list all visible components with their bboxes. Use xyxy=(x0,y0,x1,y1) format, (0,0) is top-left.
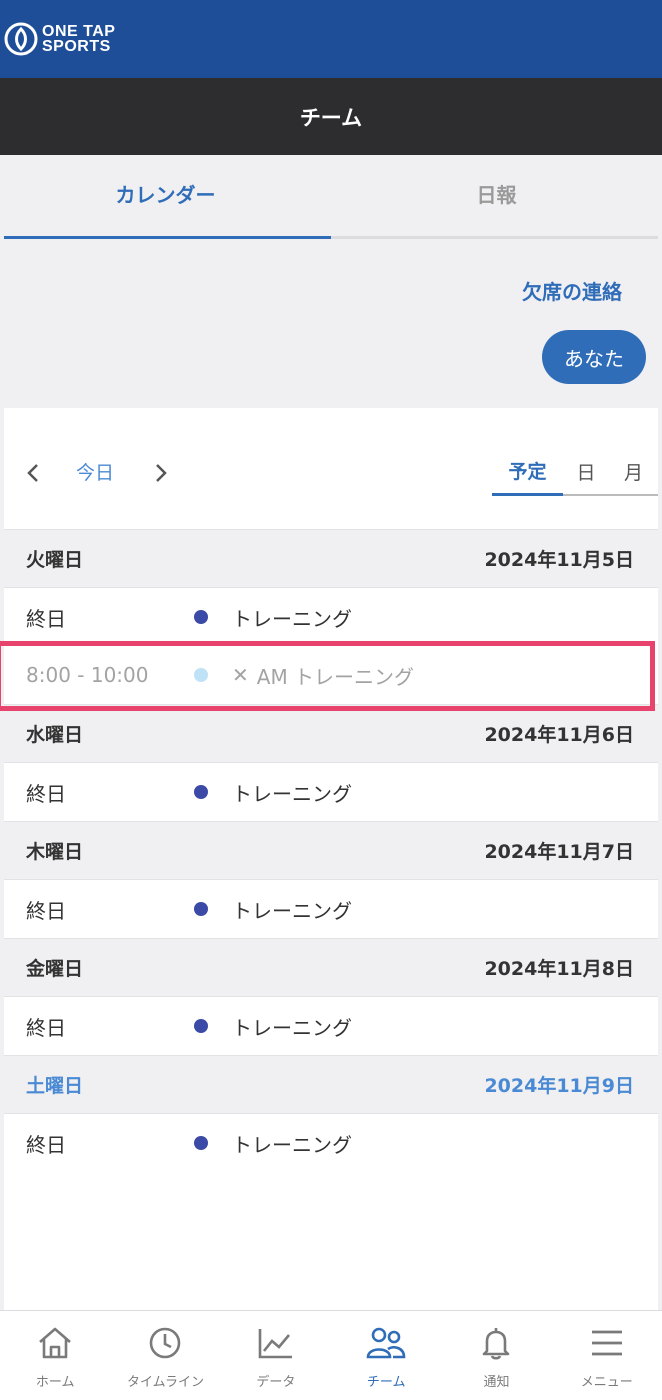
logo-line-1: ONE TAP xyxy=(42,23,116,40)
day-date: 2024年11月6日 xyxy=(484,724,634,746)
view-schedule-tab[interactable]: 予定 xyxy=(492,448,563,496)
app-header: ONE TAP SPORTS xyxy=(0,0,662,78)
nav-home[interactable]: ホーム xyxy=(0,1311,110,1400)
next-arrow-icon[interactable] xyxy=(150,458,172,488)
event-time: 終日 xyxy=(26,898,66,923)
bell-icon xyxy=(483,1328,510,1360)
nav-label: チーム xyxy=(366,1375,406,1390)
nav-menu[interactable]: メニュー xyxy=(552,1311,662,1400)
day-header: 水曜日 2024年11月6日 xyxy=(4,704,658,763)
day-weekday: 火曜日 xyxy=(26,549,84,571)
nav-label: ホーム xyxy=(35,1375,75,1390)
tab-bar: カレンダー 日報 xyxy=(0,155,662,239)
event-row[interactable]: 終日 トレーニング xyxy=(4,1114,658,1172)
nav-label: タイムライン xyxy=(126,1375,205,1390)
bottom-nav: ホーム タイムライン データ チーム 通知 メニュー xyxy=(0,1310,662,1400)
view-day-tab[interactable]: 日 xyxy=(563,448,609,496)
event-row[interactable]: 終日 トレーニング xyxy=(4,588,658,646)
day-weekday: 土曜日 xyxy=(26,1075,84,1097)
logo-line-2: SPORTS xyxy=(42,38,111,55)
event-row[interactable]: 終日 トレーニング xyxy=(4,997,658,1055)
event-list: 火曜日 2024年11月5日 終日 トレーニング 8:00 - 10:00 ✕ … xyxy=(4,529,658,1172)
event-dot-icon xyxy=(194,1019,208,1033)
event-dot-icon xyxy=(194,610,208,624)
event-title: トレーニング xyxy=(232,606,352,631)
day-date: 2024年11月7日 xyxy=(484,841,634,863)
event-title: トレーニング xyxy=(232,781,352,806)
nav-team[interactable]: チーム xyxy=(331,1311,441,1400)
event-dot-icon xyxy=(194,668,208,682)
cancelled-x-icon: ✕ xyxy=(232,663,249,687)
prev-arrow-icon[interactable] xyxy=(22,458,44,488)
page-title: チーム xyxy=(0,78,662,155)
event-row[interactable]: 終日 トレーニング xyxy=(4,880,658,938)
day-weekday: 金曜日 xyxy=(26,958,84,980)
chart-icon xyxy=(258,1329,292,1359)
calendar-panel: 今日 予定 日 月 火曜日 2024年11月5日 終日 トレーニング 8:00 … xyxy=(4,408,658,1310)
event-time: 終日 xyxy=(26,781,66,806)
day-header: 金曜日 2024年11月8日 xyxy=(4,938,658,997)
day-header: 土曜日 2024年11月9日 xyxy=(4,1055,658,1114)
event-dot-icon xyxy=(194,1136,208,1150)
app-logo[interactable]: ONE TAP SPORTS xyxy=(4,22,115,56)
day-date: 2024年11月9日 xyxy=(484,1075,634,1097)
event-time: 終日 xyxy=(26,1132,66,1157)
day-date: 2024年11月8日 xyxy=(484,958,634,980)
tab-calendar[interactable]: カレンダー xyxy=(0,155,331,239)
event-row-cancelled[interactable]: 8:00 - 10:00 ✕ AM トレーニング xyxy=(4,646,658,704)
day-header: 火曜日 2024年11月5日 xyxy=(4,529,658,588)
tab-daily-report[interactable]: 日報 xyxy=(331,155,662,239)
event-time: 終日 xyxy=(26,1015,66,1040)
event-title: トレーニング xyxy=(232,898,352,923)
logo-wordmark: ONE TAP SPORTS xyxy=(42,23,116,55)
absence-notice-link[interactable]: 欠席の連絡 xyxy=(522,276,622,305)
event-row[interactable]: 終日 トレーニング xyxy=(4,763,658,821)
view-switcher: 予定 日 月 xyxy=(492,448,658,496)
day-date: 2024年11月5日 xyxy=(484,549,634,571)
day-header: 木曜日 2024年11月7日 xyxy=(4,821,658,880)
view-month-tab[interactable]: 月 xyxy=(609,448,658,496)
home-icon xyxy=(39,1327,72,1359)
clock-icon xyxy=(150,1327,181,1359)
nav-notifications[interactable]: 通知 xyxy=(441,1311,551,1400)
event-dot-icon xyxy=(194,902,208,916)
day-weekday: 木曜日 xyxy=(26,841,84,863)
nav-data[interactable]: データ xyxy=(221,1311,331,1400)
nav-label: 通知 xyxy=(483,1375,510,1390)
event-dot-icon xyxy=(194,785,208,799)
event-title: AM トレーニング xyxy=(256,664,415,689)
nav-timeline[interactable]: タイムライン xyxy=(110,1311,220,1400)
you-filter-button[interactable]: あなた xyxy=(542,330,646,384)
event-title: トレーニング xyxy=(232,1132,352,1157)
event-title: トレーニング xyxy=(232,1015,352,1040)
logo-icon xyxy=(4,22,38,56)
today-button[interactable]: 今日 xyxy=(76,458,114,485)
nav-label: メニュー xyxy=(580,1375,633,1390)
event-time: 8:00 - 10:00 xyxy=(26,663,149,687)
team-icon xyxy=(366,1327,406,1359)
day-weekday: 水曜日 xyxy=(26,724,84,746)
calendar-nav: 今日 予定 日 月 xyxy=(4,408,658,529)
nav-label: データ xyxy=(256,1375,296,1390)
event-time: 終日 xyxy=(26,606,66,631)
menu-icon xyxy=(591,1330,622,1356)
